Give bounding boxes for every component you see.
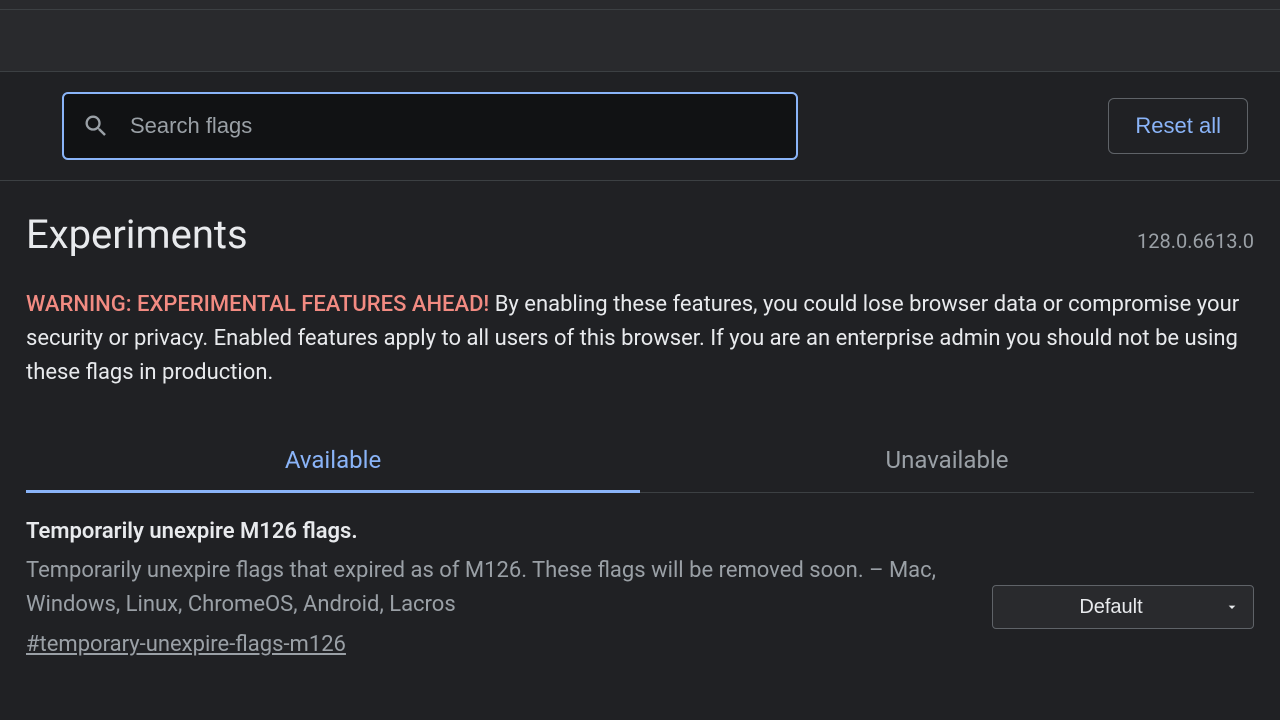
- reset-all-button[interactable]: Reset all: [1108, 98, 1248, 154]
- tabs: Available Unavailable: [26, 430, 1254, 493]
- content-area: Experiments 128.0.6613.0 WARNING: EXPERI…: [0, 181, 1280, 657]
- flag-title: Temporarily unexpire M126 flags.: [26, 519, 962, 544]
- window-top-strip: [0, 0, 1280, 10]
- browser-toolbar-strip: [0, 10, 1280, 72]
- search-input[interactable]: [62, 92, 798, 160]
- flag-description: Temporarily unexpire flags that expired …: [26, 554, 962, 622]
- flag-anchor-link[interactable]: #temporary-unexpire-flags-m126: [26, 632, 346, 657]
- tab-unavailable[interactable]: Unavailable: [640, 430, 1254, 492]
- page-title: Experiments: [26, 211, 248, 258]
- warning-prefix: WARNING: EXPERIMENTAL FEATURES AHEAD!: [26, 292, 489, 317]
- tab-available[interactable]: Available: [26, 430, 640, 492]
- flag-state-select[interactable]: Default: [992, 585, 1254, 629]
- flag-select-wrap: Default: [992, 519, 1254, 657]
- flag-item: Temporarily unexpire M126 flags. Tempora…: [26, 493, 1254, 657]
- search-bar-row: Reset all: [0, 72, 1280, 181]
- search-input-wrap: [62, 92, 798, 160]
- title-row: Experiments 128.0.6613.0: [26, 211, 1254, 258]
- version-label: 128.0.6613.0: [1137, 229, 1254, 253]
- flag-text-block: Temporarily unexpire M126 flags. Tempora…: [26, 519, 962, 657]
- warning-text: WARNING: EXPERIMENTAL FEATURES AHEAD! By…: [26, 288, 1254, 390]
- search-icon: [82, 112, 110, 140]
